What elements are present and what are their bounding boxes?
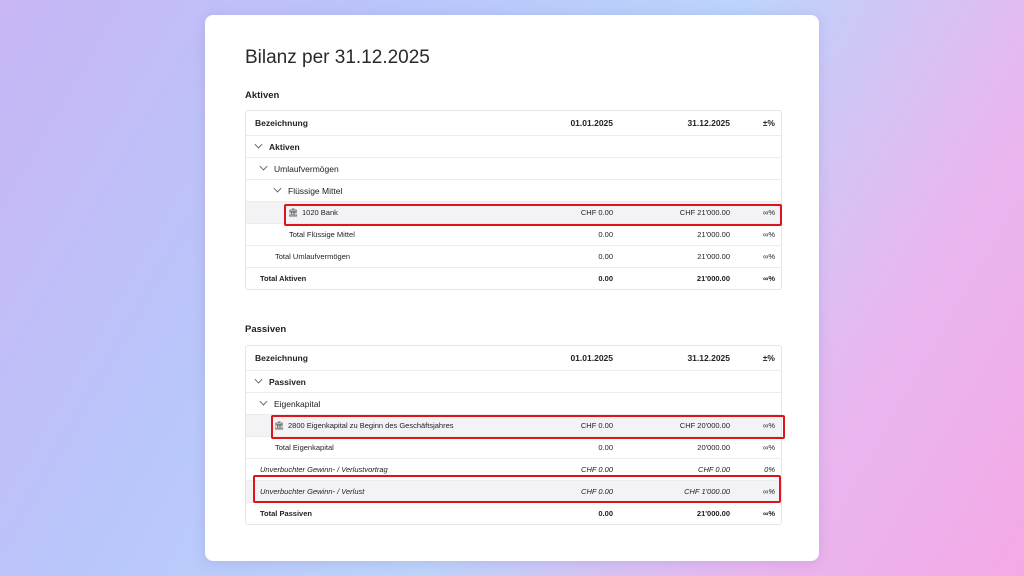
- row-gewinn-verlust: Unverbuchter Gewinn- / Verlust CHF 0.00 …: [246, 481, 781, 503]
- value-end: CHF 20'000.00: [679, 421, 730, 430]
- row-label: Umlaufvermögen: [274, 163, 339, 174]
- row-verlustvortrag: Unverbuchter Gewinn- / Verlustvortrag CH…: [246, 459, 781, 481]
- balance-sheet-card: Bilanz per 31.12.2025 Aktiven Bezeichnun…: [205, 15, 819, 561]
- passiven-table: Bezeichnung 01.01.2025 31.12.2025 ±% Pas…: [245, 345, 782, 525]
- row-label: Total Aktiven: [260, 274, 307, 283]
- value-start: 0.00: [598, 274, 613, 283]
- value-change: ∞%: [762, 208, 775, 217]
- row-label: Total Eigenkapital: [275, 443, 334, 452]
- total-row-aktiven: Total Aktiven 0.00 21'000.00 ∞%: [246, 268, 781, 289]
- total-row-fluessige-mittel: Total Flüssige Mittel 0.00 21'000.00 ∞%: [246, 224, 781, 246]
- col-header-end[interactable]: 31.12.2025: [687, 111, 730, 135]
- value-end: CHF 1'000.00: [684, 487, 730, 496]
- total-row-passiven: Total Passiven 0.00 21'000.00 ∞%: [246, 503, 781, 524]
- row-label: Flüssige Mittel: [288, 185, 343, 196]
- row-label: Total Flüssige Mittel: [289, 230, 355, 239]
- section-heading-passiven: Passiven: [245, 324, 287, 335]
- col-header-name: Bezeichnung: [255, 353, 308, 363]
- value-start: 0.00: [598, 252, 613, 261]
- group-row-eigenkapital[interactable]: Eigenkapital: [246, 393, 781, 415]
- value-end: 21'000.00: [697, 230, 730, 239]
- account-row-1020[interactable]: 🏛 1020 Bank CHF 0.00 CHF 21'000.00 ∞%: [246, 202, 781, 224]
- value-change: ∞%: [762, 509, 775, 518]
- total-row-eigenkapital: Total Eigenkapital 0.00 20'000.00 ∞%: [246, 437, 781, 459]
- chevron-down-icon[interactable]: [259, 397, 268, 406]
- value-start: 0.00: [598, 230, 613, 239]
- row-label: Unverbuchter Gewinn- / Verlust: [260, 487, 365, 496]
- chevron-down-icon[interactable]: [273, 184, 282, 193]
- value-start: CHF 0.00: [581, 465, 613, 474]
- table-header: Bezeichnung 01.01.2025 31.12.2025 ±%: [246, 346, 781, 371]
- value-change: ∞%: [762, 487, 775, 496]
- bank-icon: 🏛: [274, 421, 285, 430]
- value-end: CHF 21'000.00: [679, 208, 730, 217]
- account-row-2800[interactable]: 🏛 2800 Eigenkapital zu Beginn des Geschäf…: [246, 415, 781, 437]
- table-header: Bezeichnung 01.01.2025 31.12.2025 ±%: [246, 111, 781, 136]
- section-heading-aktiven: Aktiven: [245, 90, 280, 101]
- group-row-passiven[interactable]: Passiven: [246, 371, 781, 393]
- row-label: Total Passiven: [260, 509, 312, 518]
- total-row-umlaufvermoegen: Total Umlaufvermögen 0.00 21'000.00 ∞%: [246, 246, 781, 268]
- page-title: Bilanz per 31.12.2025: [245, 47, 430, 68]
- col-header-end[interactable]: 31.12.2025: [687, 346, 730, 370]
- col-header-name: Bezeichnung: [255, 118, 308, 128]
- value-change: 0%: [764, 465, 775, 474]
- row-label: Eigenkapital: [274, 398, 321, 409]
- row-label: Passiven: [269, 376, 306, 387]
- value-end: 20'000.00: [697, 443, 730, 452]
- chevron-down-icon[interactable]: [259, 162, 268, 171]
- value-start: CHF 0.00: [581, 487, 613, 496]
- value-change: ∞%: [762, 421, 775, 430]
- col-header-start[interactable]: 01.01.2025: [570, 346, 613, 370]
- bank-icon: 🏛: [288, 208, 299, 217]
- group-row-fluessige-mittel[interactable]: Flüssige Mittel: [246, 180, 781, 202]
- value-end: 21'000.00: [697, 252, 730, 261]
- value-change: ∞%: [762, 252, 775, 261]
- value-start: CHF 0.00: [580, 208, 613, 217]
- chevron-down-icon[interactable]: [254, 375, 263, 384]
- value-end: CHF 0.00: [698, 465, 730, 474]
- aktiven-table: Bezeichnung 01.01.2025 31.12.2025 ±% Akt…: [245, 110, 782, 290]
- row-label: Aktiven: [269, 141, 300, 152]
- value-change: ∞%: [762, 230, 775, 239]
- group-row-aktiven[interactable]: Aktiven: [246, 136, 781, 158]
- row-label: Total Umlaufvermögen: [275, 252, 351, 261]
- col-header-start[interactable]: 01.01.2025: [570, 111, 613, 135]
- col-header-change[interactable]: ±%: [763, 111, 775, 135]
- col-header-change[interactable]: ±%: [763, 346, 775, 370]
- chevron-down-icon[interactable]: [254, 140, 263, 149]
- value-end: 21'000.00: [696, 509, 730, 518]
- value-end: 21'000.00: [696, 274, 730, 283]
- row-label: Unverbuchter Gewinn- / Verlustvortrag: [260, 465, 388, 474]
- value-start: 0.00: [598, 443, 613, 452]
- row-label: 2800 Eigenkapital zu Beginn des Geschäft…: [288, 421, 454, 430]
- row-label: 1020 Bank: [302, 208, 338, 217]
- value-change: ∞%: [762, 274, 775, 283]
- value-start: CHF 0.00: [580, 421, 613, 430]
- value-change: ∞%: [762, 443, 775, 452]
- group-row-umlaufvermoegen[interactable]: Umlaufvermögen: [246, 158, 781, 180]
- value-start: 0.00: [598, 509, 613, 518]
